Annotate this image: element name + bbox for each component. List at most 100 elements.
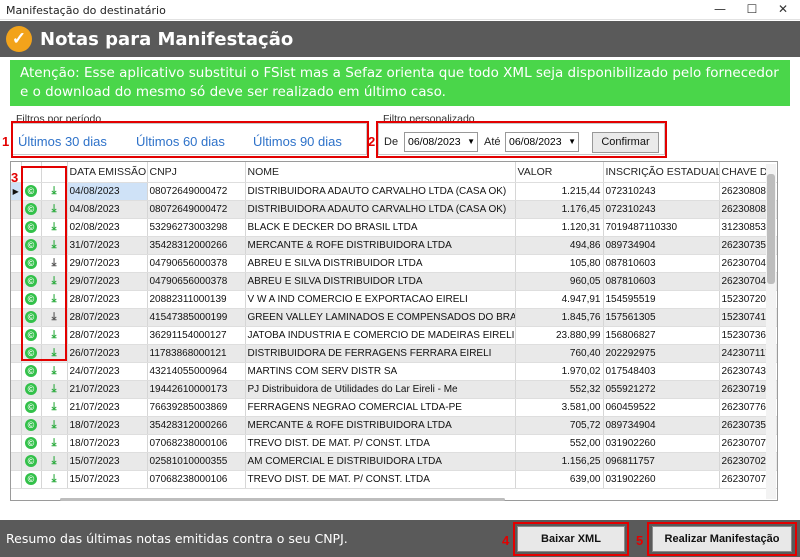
- cell-date: 04/08/2023: [67, 182, 148, 201]
- row-selector[interactable]: [11, 434, 22, 453]
- cell-date: 28/07/2023: [67, 290, 148, 309]
- cell-state-registration: 7019487110330: [603, 218, 720, 237]
- row-selector[interactable]: [11, 344, 22, 363]
- table-row[interactable]: © ⤓ 24/07/2023 43214055000964 MARTINS COM SE…: [11, 362, 777, 381]
- annotation-box-custom: [376, 121, 667, 158]
- row-selector[interactable]: [11, 254, 22, 273]
- row-selector[interactable]: [11, 380, 22, 399]
- column-header-state-registration[interactable]: INSCRIÇÃO ESTADUAL: [603, 162, 720, 183]
- row-selector[interactable]: [11, 272, 22, 291]
- cell-value: 1.215,44: [515, 182, 604, 201]
- manifest-status-icon[interactable]: ©: [25, 455, 37, 467]
- cell-value: 23.880,99: [515, 326, 604, 345]
- minimize-icon[interactable]: —: [705, 2, 735, 16]
- cell-state-registration: 089734904: [603, 416, 720, 435]
- invoices-table: DATA EMISSÃO CNPJ NOME VALOR INSCRIÇÃO E…: [10, 161, 778, 501]
- window-title: Manifestação do destinatário: [6, 4, 166, 17]
- manifest-status-icon[interactable]: ©: [25, 419, 37, 431]
- cell-state-registration: 154595519: [603, 290, 720, 309]
- column-header-name[interactable]: NOME: [245, 162, 516, 183]
- row-selector[interactable]: [11, 308, 22, 327]
- download-icon[interactable]: ⤓: [48, 383, 60, 395]
- table-row[interactable]: © ⤓ 04/08/2023 08072649000472 DISTRIBUIDORA …: [11, 200, 777, 219]
- vertical-scrollbar[interactable]: [766, 164, 776, 499]
- cell-state-registration: 096811757: [603, 452, 720, 471]
- cell-date: 24/07/2023: [67, 362, 148, 381]
- table-row[interactable]: © ⤓ 29/07/2023 04790656000378 ABREU E SILVA …: [11, 272, 777, 291]
- download-icon[interactable]: ⤓: [48, 473, 60, 485]
- cell-cnpj: 19442610000173: [147, 380, 246, 399]
- table-row[interactable]: © ⤓ 28/07/2023 36291154000127 JATOBA INDUSTR…: [11, 326, 777, 345]
- cell-date: 29/07/2023: [67, 272, 148, 291]
- table-row[interactable]: © ⤓ 28/07/2023 41547385000199 GREEN VALLEY L…: [11, 308, 777, 327]
- close-icon[interactable]: ✕: [768, 2, 798, 16]
- row-selector[interactable]: [11, 290, 22, 309]
- table-row[interactable]: © ⤓ 21/07/2023 76639285003869 FERRAGENS NEGR…: [11, 398, 777, 417]
- manifest-status-icon[interactable]: ©: [25, 383, 37, 395]
- cell-value: 494,86: [515, 236, 604, 255]
- download-icon[interactable]: ⤓: [48, 401, 60, 413]
- annotation-number-5: 5: [636, 533, 644, 548]
- cell-cnpj: 07068238000106: [147, 434, 246, 453]
- table-row[interactable]: © ⤓ 29/07/2023 04790656000378 ABREU E SILVA …: [11, 254, 777, 273]
- manifest-status-icon[interactable]: ©: [25, 401, 37, 413]
- cell-name: BLACK E DECKER DO BRASIL LTDA: [245, 218, 516, 237]
- column-header-value[interactable]: VALOR: [515, 162, 604, 183]
- cell-name: MERCANTE & ROFE DISTRIBUIDORA LTDA: [245, 236, 516, 255]
- table-row[interactable]: © ⤓ 31/07/2023 35428312000266 MERCANTE & ROF…: [11, 236, 777, 255]
- check-circle-icon: ✓: [6, 26, 32, 52]
- cell-date: 21/07/2023: [67, 398, 148, 417]
- row-selector[interactable]: [11, 236, 22, 255]
- column-header-date[interactable]: DATA EMISSÃO: [67, 162, 148, 183]
- cell-state-registration: 087810603: [603, 272, 720, 291]
- table-row[interactable]: © ⤓ 18/07/2023 35428312000266 MERCANTE & ROF…: [11, 416, 777, 435]
- table-row[interactable]: © ⤓ 28/07/2023 20882311000139 V W A IND COME…: [11, 290, 777, 309]
- manifest-status-icon[interactable]: ©: [25, 437, 37, 449]
- download-icon[interactable]: ⤓: [48, 455, 60, 467]
- row-selector[interactable]: [11, 398, 22, 417]
- horizontal-scrollbar[interactable]: [60, 498, 505, 501]
- cell-cnpj: 11783868000121: [147, 344, 246, 363]
- annotation-box-periods: [11, 121, 369, 158]
- manifest-status-icon[interactable]: ©: [25, 365, 37, 377]
- column-header-cnpj[interactable]: CNPJ: [147, 162, 246, 183]
- manifest-status-icon[interactable]: ©: [25, 473, 37, 485]
- cell-date: 15/07/2023: [67, 452, 148, 471]
- cell-name: DISTRIBUIDORA ADAUTO CARVALHO LTDA (CASA…: [245, 200, 516, 219]
- row-selector[interactable]: [11, 470, 22, 489]
- cell-date: 18/07/2023: [67, 416, 148, 435]
- cell-name: ABREU E SILVA DISTRIBUIDOR LTDA: [245, 272, 516, 291]
- cell-date: 26/07/2023: [67, 344, 148, 363]
- table-row[interactable]: © ⤓ 21/07/2023 19442610000173 PJ Distribuido…: [11, 380, 777, 399]
- row-selector[interactable]: [11, 218, 22, 237]
- cell-state-registration: 156806827: [603, 326, 720, 345]
- table-row[interactable]: © ⤓ 15/07/2023 07068238000106 TREVO DIST. DE…: [11, 470, 777, 489]
- cell-name: TREVO DIST. DE MAT. P/ CONST. LTDA: [245, 434, 516, 453]
- row-selector[interactable]: [11, 200, 22, 219]
- cell-name: AM COMERCIAL E DISTRIBUIDORA LTDA: [245, 452, 516, 471]
- cell-date: 31/07/2023: [67, 236, 148, 255]
- table-row[interactable]: ▶ © ⤓ 04/08/2023 08072649000472 DISTRIBUIDORA…: [11, 182, 777, 201]
- table-row[interactable]: © ⤓ 26/07/2023 11783868000121 DISTRIBUIDORA …: [11, 344, 777, 363]
- table-row[interactable]: © ⤓ 18/07/2023 07068238000106 TREVO DIST. DE…: [11, 434, 777, 453]
- row-selector[interactable]: [11, 362, 22, 381]
- scrollbar-thumb[interactable]: [767, 174, 775, 284]
- window-titlebar: Manifestação do destinatário — ☐ ✕: [0, 0, 800, 20]
- table-row[interactable]: © ⤓ 15/07/2023 02581010000355 AM COMERCIAL E…: [11, 452, 777, 471]
- table-row[interactable]: © ⤓ 02/08/2023 53296273003298 BLACK E DECKER…: [11, 218, 777, 237]
- cell-name: FERRAGENS NEGRAO COMERCIAL LTDA-PE: [245, 398, 516, 417]
- row-selector[interactable]: [11, 326, 22, 345]
- cell-value: 639,00: [515, 470, 604, 489]
- cell-value: 1.156,25: [515, 452, 604, 471]
- row-selector[interactable]: [11, 416, 22, 435]
- cell-name: MERCANTE & ROFE DISTRIBUIDORA LTDA: [245, 416, 516, 435]
- maximize-icon[interactable]: ☐: [737, 2, 767, 16]
- download-icon[interactable]: ⤓: [48, 437, 60, 449]
- cell-value: 105,80: [515, 254, 604, 273]
- download-icon[interactable]: ⤓: [48, 419, 60, 431]
- warning-banner: Atenção: Esse aplicativo substitui o FSi…: [10, 60, 790, 106]
- cell-state-registration: 072310243: [603, 200, 720, 219]
- download-icon[interactable]: ⤓: [48, 365, 60, 377]
- row-selector[interactable]: [11, 452, 22, 471]
- annotation-box-download: [513, 522, 629, 556]
